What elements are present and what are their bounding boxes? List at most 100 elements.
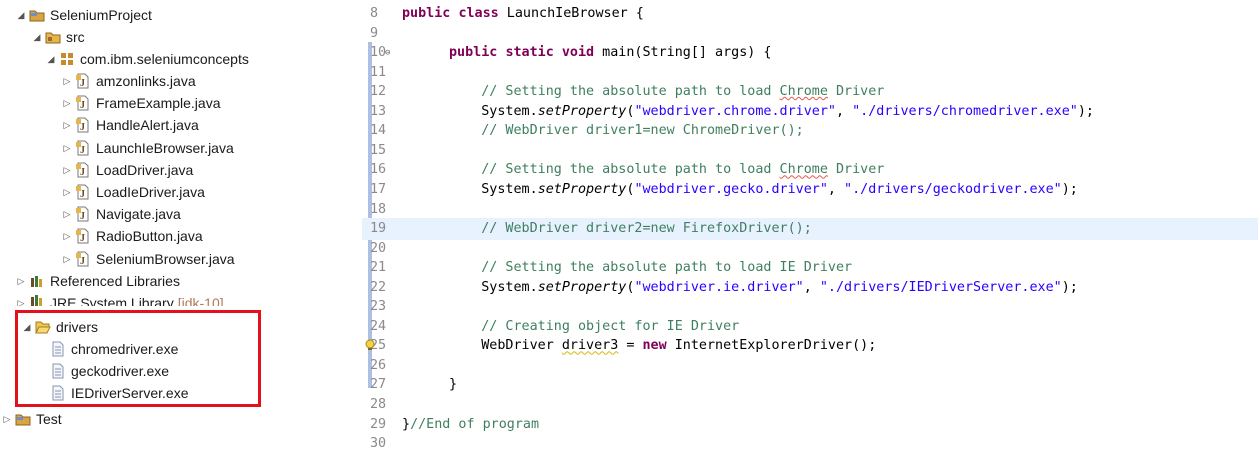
java-file-icon: J: [75, 228, 91, 244]
collapse-arrow-icon[interactable]: ▷: [16, 270, 26, 292]
line-number: 30: [370, 436, 387, 452]
warning-lightbulb-icon[interactable]: [364, 339, 376, 351]
code-token: ,: [803, 279, 820, 295]
code-token: InternetExplorerDriver();: [666, 338, 877, 354]
code-token: Driver: [827, 84, 885, 100]
java-file-icon: J: [75, 73, 91, 89]
java-file-name: SeleniumBrowser.java: [96, 250, 235, 267]
collapse-arrow-icon[interactable]: ▷: [62, 225, 72, 247]
tree-item-jre[interactable]: ▷ JRE System Library [jdk-10]: [16, 292, 224, 306]
tree-item-project[interactable]: ◢ SeleniumProject: [16, 4, 152, 26]
code-token: setProperty: [537, 181, 627, 197]
collapse-arrow-icon[interactable]: ▷: [62, 70, 72, 92]
expand-arrow-icon[interactable]: ◢: [46, 48, 56, 70]
collapse-arrow-icon[interactable]: ▷: [16, 292, 26, 306]
code-token: System.: [449, 279, 538, 295]
tree-item-java-file[interactable]: ▷ Jamzonlinks.java: [62, 70, 196, 92]
java-file-name: amzonlinks.java: [96, 73, 196, 89]
project-name: SeleniumProject: [50, 7, 152, 23]
jre-version-decoration: [jdk-10]: [177, 295, 224, 306]
code-token: public: [402, 6, 451, 21]
code-token: Chrome: [779, 162, 828, 178]
code-token: );: [1077, 103, 1094, 119]
tree-item-java-file[interactable]: ▷ J RadioButton.java: [62, 225, 203, 247]
java-file-name: LoadDriver.java: [96, 161, 194, 178]
code-token: );: [1061, 181, 1078, 197]
code-token: new: [642, 338, 667, 354]
collapse-arrow-icon[interactable]: ▷: [2, 408, 12, 430]
tree-item-java-file[interactable]: ▷ J LaunchIeBrowser.java: [62, 137, 234, 159]
code-token: // Creating object for IE Driver: [449, 318, 740, 334]
code-editor[interactable]: 8 public class LaunchIeBrowser {9 10 ⊖ publi…: [362, 0, 1258, 451]
package-icon: [59, 51, 75, 67]
code-line[interactable]: 30: [362, 433, 1258, 455]
code-token: // WebDriver driver2=new FirefoxDriver()…: [449, 221, 812, 237]
expand-arrow-icon[interactable]: ◢: [16, 4, 26, 26]
java-file-name: Navigate.java: [96, 206, 181, 223]
collapse-arrow-icon[interactable]: ▷: [62, 159, 72, 181]
code-token: // Setting the absolute path to load: [449, 162, 780, 178]
java-file-name: HandleAlert.java: [96, 117, 199, 134]
java-file-name: LaunchIeBrowser.java: [96, 139, 234, 156]
code-token: Driver: [827, 162, 885, 178]
package-explorer: ◢ SeleniumProject ◢ src ◢ com.ibm.seleni…: [0, 0, 362, 446]
collapse-arrow-icon[interactable]: ▷: [62, 181, 72, 203]
java-file-icon: J: [75, 117, 91, 133]
tree-item-package[interactable]: ◢ com.ibm.seleniumconcepts: [46, 48, 249, 70]
code-token: "webdriver.gecko.driver": [634, 181, 828, 197]
code-token: setProperty: [537, 103, 627, 119]
code-token: "./drivers/chromedriver.exe": [852, 103, 1078, 119]
tree-item-java-file[interactable]: ▷ J FrameExample.java: [62, 92, 221, 114]
project-icon: [15, 411, 31, 427]
code-token: setProperty: [537, 279, 627, 295]
expand-arrow-icon[interactable]: ◢: [32, 26, 42, 48]
code-token: }: [402, 416, 411, 432]
source-folder-icon: [45, 29, 61, 45]
java-file-icon: J: [75, 251, 91, 267]
tree-item-java-file[interactable]: ▷ J Navigate.java: [62, 203, 181, 225]
collapse-arrow-icon[interactable]: ▷: [62, 137, 72, 159]
code-token: Chrome: [779, 84, 828, 100]
code-token: main(String[] args) {: [594, 45, 772, 61]
code-token: driver3: [561, 338, 619, 354]
collapse-arrow-icon[interactable]: ▷: [62, 248, 72, 270]
code-token: LaunchIeBrowser {: [498, 6, 644, 21]
java-file-name: LoadIeDriver.java: [96, 184, 205, 200]
code-token: "webdriver.chrome.driver": [634, 103, 836, 119]
code-token: =: [618, 338, 643, 354]
collapse-arrow-icon[interactable]: ▷: [62, 92, 72, 114]
tree-item-java-file[interactable]: ▷ J HandleAlert.java: [62, 114, 199, 136]
code-token: "./drivers/geckodriver.exe": [844, 181, 1062, 197]
java-file-icon: J: [75, 95, 91, 111]
code-token: // Setting the absolute path to load: [449, 84, 780, 100]
code-token: System.: [449, 181, 538, 197]
tree-item-java-file[interactable]: ▷ J LoadDriver.java: [62, 159, 194, 181]
test-project-label: Test: [36, 411, 62, 427]
jre-label: JRE System Library: [50, 295, 174, 306]
code-token: ,: [827, 181, 845, 197]
code-token: System.: [449, 103, 538, 119]
library-icon: [29, 292, 45, 306]
project-icon: [29, 7, 45, 23]
java-file-icon: J: [75, 206, 91, 222]
collapse-arrow-icon[interactable]: ▷: [62, 114, 72, 136]
tree-item-referenced-libraries[interactable]: ▷ Referenced Libraries: [16, 270, 180, 292]
tree-item-java-file[interactable]: ▷ J SeleniumBrowser.java: [62, 248, 235, 270]
code-token: // Setting the absolute path to load IE …: [449, 260, 853, 276]
package-name: com.ibm.seleniumconcepts: [80, 51, 249, 67]
code-token: static: [505, 45, 554, 61]
tree-item-src[interactable]: ◢ src: [32, 26, 85, 48]
code-token: );: [1061, 279, 1078, 295]
tree-item-test-project[interactable]: ▷ Test: [2, 408, 62, 430]
java-file-icon: J: [75, 162, 91, 178]
tree-item-java-file[interactable]: ▷ J LoadIeDriver.java: [62, 181, 205, 203]
collapse-arrow-icon[interactable]: ▷: [62, 203, 72, 225]
code-token: "./drivers/IEDriverServer.exe": [819, 279, 1062, 295]
referenced-libraries-label: Referenced Libraries: [50, 273, 180, 289]
java-file-icon: J: [75, 140, 91, 156]
src-label: src: [66, 29, 85, 45]
code-token: public: [449, 45, 498, 61]
library-icon: [29, 273, 45, 289]
code-token: class: [458, 6, 499, 21]
